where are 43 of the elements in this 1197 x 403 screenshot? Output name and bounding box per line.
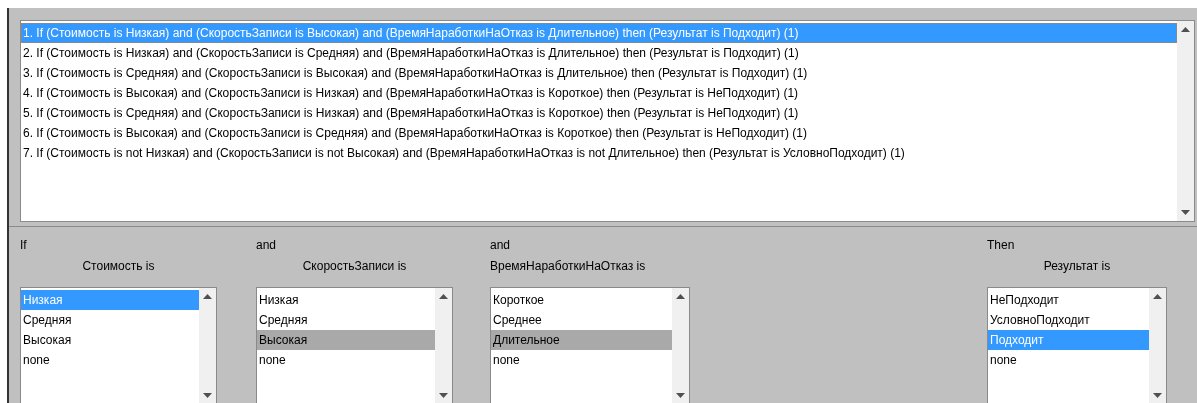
rule-item[interactable]: 6. If (Стоимость is Высокая) and (СкоростьЗаписи is Средняя) and (ВремяНаработкиНаОтказ is Короткое) then (Результат is НеПодходит) (1) — [21, 123, 1177, 143]
term-item[interactable]: Высокая — [21, 330, 199, 350]
scroll-down-icon[interactable] — [1181, 210, 1190, 215]
term-item[interactable]: Высокая — [257, 330, 435, 350]
term-listbox[interactable]: Низкая Средняя Высокая none — [20, 287, 217, 403]
variable-label: СкоростьЗаписи is — [301, 258, 408, 275]
variable-label: ВремяНаработкиНаОтказ is — [490, 258, 647, 275]
connective-label: If — [20, 237, 28, 254]
variable-label: Стоимость is — [81, 258, 156, 275]
term-item[interactable]: Среднее — [491, 310, 672, 330]
term-listbox[interactable]: НеПодходит УсловноПодходит Подходит none — [987, 287, 1167, 403]
term-item[interactable]: Средняя — [21, 310, 199, 330]
connective-label: and — [490, 237, 512, 254]
rule-item[interactable]: 2. If (Стоимость is Низкая) and (СкоростьЗаписи is Средняя) and (ВремяНаработкиНаОтказ is Длительное) then (Результат is Подходит) (1) — [21, 43, 1177, 63]
term-item[interactable]: none — [988, 350, 1149, 370]
term-item[interactable]: НеПодходит — [988, 290, 1149, 310]
rule-item[interactable]: 4. If (Стоимость is Высокая) and (СкоростьЗаписи is Низкая) and (ВремяНаработкиНаОтказ is Короткое) then (Результат is НеПодходит) (1) — [21, 83, 1177, 103]
rule-item[interactable]: 5. If (Стоимость is Средняя) and (СкоростьЗаписи is Низкая) and (ВремяНаработкиНаОтказ is Короткое) then (Результат is НеПодходит) (1) — [21, 103, 1177, 123]
scroll-down-icon[interactable] — [203, 393, 212, 398]
scroll-up-icon[interactable] — [203, 294, 212, 299]
term-item[interactable]: none — [257, 350, 435, 370]
term-item[interactable]: Средняя — [257, 310, 435, 330]
rule-item[interactable]: 3. If (Стоимость is Средняя) and (СкоростьЗаписи is Высокая) and (ВремяНаработкиНаОтказ is Длительное) then (Результат is Подходит) (1) — [21, 63, 1177, 83]
term-item[interactable]: none — [21, 350, 199, 370]
term-item[interactable]: УсловноПодходит — [988, 310, 1149, 330]
scroll-down-icon[interactable] — [676, 393, 685, 398]
scroll-up-icon[interactable] — [1153, 294, 1162, 299]
term-listbox[interactable]: Низкая Средняя Высокая none — [256, 287, 453, 403]
variable-label: Результат is — [1042, 258, 1112, 275]
term-item[interactable]: Короткое — [491, 290, 672, 310]
scroll-up-icon[interactable] — [1181, 27, 1190, 32]
scroll-up-icon[interactable] — [676, 294, 685, 299]
term-item[interactable]: Низкая — [257, 290, 435, 310]
rule-listbox[interactable] — [20, 20, 1195, 222]
rule-item[interactable]: 7. If (Стоимость is not Низкая) and (СкоростьЗаписи is not Высокая) and (ВремяНаработкиНаОтказ is not Длительное) then (Результат is УсловноПодходит) (1) — [21, 143, 1177, 163]
term-item[interactable]: none — [491, 350, 672, 370]
scroll-down-icon[interactable] — [1153, 393, 1162, 398]
scroll-up-icon[interactable] — [439, 294, 448, 299]
term-listbox[interactable]: Короткое Среднее Длительное none — [490, 287, 690, 403]
term-item[interactable]: Длительное — [491, 330, 672, 350]
connective-label: and — [256, 237, 278, 254]
connective-label: Then — [987, 237, 1016, 254]
scroll-down-icon[interactable] — [439, 393, 448, 398]
